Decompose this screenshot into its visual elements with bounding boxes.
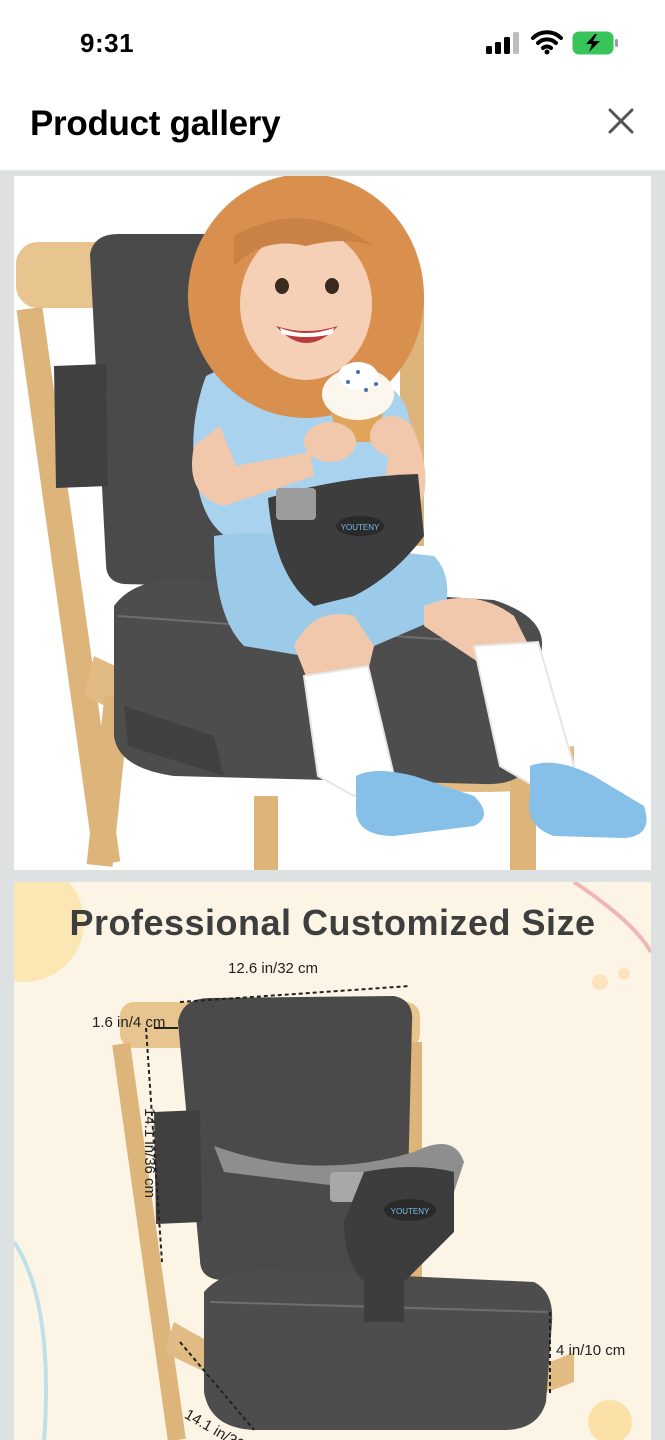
dimension-back-height: 14.1 in/36 cm	[141, 1108, 158, 1199]
gallery-image-1[interactable]: YOUTENY	[14, 176, 651, 870]
status-bar: 9:31	[0, 0, 665, 90]
infographic-title: Professional Customized Size	[69, 902, 596, 943]
cellular-signal-icon	[486, 32, 520, 54]
dimension-thickness: 1.6 in/4 cm	[92, 1014, 166, 1031]
page-title: Product gallery	[30, 104, 281, 143]
brand-logo: YOUTENY	[341, 523, 380, 532]
product-gallery[interactable]: YOUTENY YOUTENY Professional Customized …	[0, 172, 665, 1440]
wifi-icon	[531, 29, 563, 55]
dimension-width: 12.6 in/32 cm	[228, 960, 319, 977]
battery-charging-icon	[572, 31, 620, 55]
child-booster-seat-photo: YOUTENY	[16, 176, 647, 870]
dimension-seat-height: 4 in/10 cm	[556, 1342, 626, 1359]
gallery-header: Product gallery	[0, 90, 665, 172]
close-icon	[608, 108, 634, 134]
brand-logo-2: YOUTENY	[391, 1207, 430, 1216]
status-time: 9:31	[80, 28, 135, 58]
gallery-image-2[interactable]: YOUTENY Professional Customized Size 12.…	[14, 882, 651, 1440]
close-button[interactable]	[602, 102, 640, 140]
